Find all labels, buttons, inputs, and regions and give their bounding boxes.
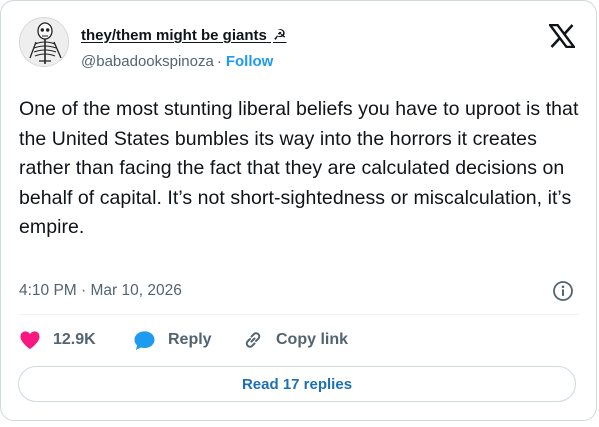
separator-dot: · [216,53,222,70]
copy-link-button[interactable]: Copy link [242,327,348,353]
info-icon[interactable] [552,280,574,302]
link-icon [245,332,261,348]
author-display-name[interactable]: they/them might be giants ☭ [81,26,286,44]
author-handle[interactable]: @babadookspinoza [81,53,214,70]
speech-bubble-icon [134,330,155,350]
x-logo-icon[interactable] [547,23,577,49]
tweet-text: One of the most stunting liberal beliefs… [19,98,579,238]
heart-icon [20,331,40,350]
reply-label: Reply [168,331,212,348]
hammer-sickle-emoji: ☭ [273,27,287,44]
display-name-text: they/them might be giants [81,27,267,44]
like-button[interactable]: 12.9K [19,327,96,353]
like-count: 12.9K [53,331,96,348]
read-replies-button[interactable]: Read 17 replies [18,366,576,402]
handle-row: @babadookspinoza · Follow [81,53,273,70]
avatar[interactable] [19,17,69,67]
read-replies-label: Read 17 replies [241,375,353,393]
tweet-card: they/them might be giants ☭ @babadookspi… [0,0,597,421]
skeleton-avatar-icon [20,18,68,66]
divider [19,314,579,315]
tweet-timestamp[interactable]: 4:10 PM · Mar 10, 2026 [19,282,182,300]
reply-button[interactable]: Reply [133,327,212,353]
copy-link-label: Copy link [276,331,349,348]
follow-button[interactable]: Follow [226,53,274,70]
